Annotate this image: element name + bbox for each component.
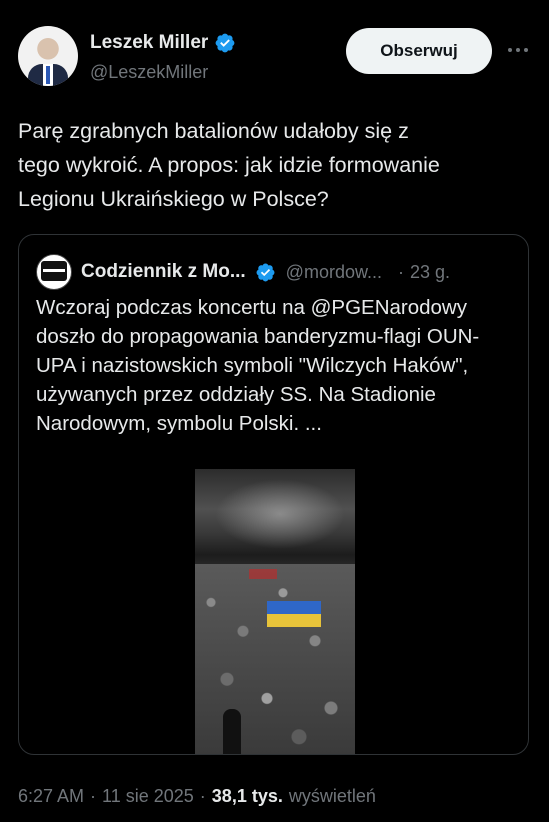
avatar-tie (46, 66, 50, 84)
quoted-tweet-video-thumbnail[interactable] (195, 469, 355, 754)
quoted-author-display-name[interactable]: Codziennik z Mo... (81, 261, 246, 283)
views-count[interactable]: 38,1 tys. (212, 786, 283, 807)
author-display-name[interactable]: Leszek Miller (90, 32, 208, 54)
quoted-tweet-header: Codziennik z Mo... @mordow... · 23 g. (36, 254, 516, 290)
views-label: wyświetleń (288, 786, 376, 806)
quoted-author-handle[interactable]: @mordow... (286, 262, 382, 283)
tweet-meta: 6:27 AM · 11 sie 2025 · 38,1 tys. wyświe… (18, 786, 376, 807)
author-handle[interactable]: @LeszekMiller (90, 62, 208, 83)
more-options-button[interactable] (503, 38, 533, 62)
tweet-time[interactable]: 6:27 AM (18, 786, 84, 807)
separator-dot: · (397, 261, 404, 282)
separator-dot: · (199, 786, 206, 806)
more-horizontal-icon (516, 48, 520, 52)
separator-dot: · (90, 786, 97, 806)
tweet-text: Parę zgrabnych batalionów udałoby się z … (18, 119, 440, 211)
more-horizontal-icon (508, 48, 512, 52)
media-crowd (195, 564, 355, 754)
verified-badge-icon (256, 263, 275, 281)
quoted-author-avatar[interactable] (36, 254, 72, 290)
tweet-date[interactable]: 11 sie 2025 (102, 786, 194, 807)
media-person (223, 709, 241, 754)
author-name-row: Leszek Miller (90, 32, 236, 54)
more-horizontal-icon (524, 48, 528, 52)
quoted-tweet[interactable]: Codziennik z Mo... @mordow... · 23 g. Wc… (18, 234, 529, 755)
follow-button[interactable]: Obserwuj (346, 28, 492, 74)
verified-badge-icon (215, 33, 235, 53)
media-stage-haze (215, 479, 345, 549)
media-flag (267, 601, 321, 627)
media-red-flag (249, 569, 277, 579)
author-avatar[interactable] (18, 26, 78, 86)
quoted-tweet-text: Wczoraj podczas koncertu na @PGENarodowy… (36, 296, 480, 435)
quoted-avatar-stripe (43, 269, 65, 272)
quoted-tweet-time[interactable]: 23 g. (410, 262, 450, 283)
tweet-header: Leszek Miller @LeszekMiller Obserwuj (18, 24, 531, 88)
